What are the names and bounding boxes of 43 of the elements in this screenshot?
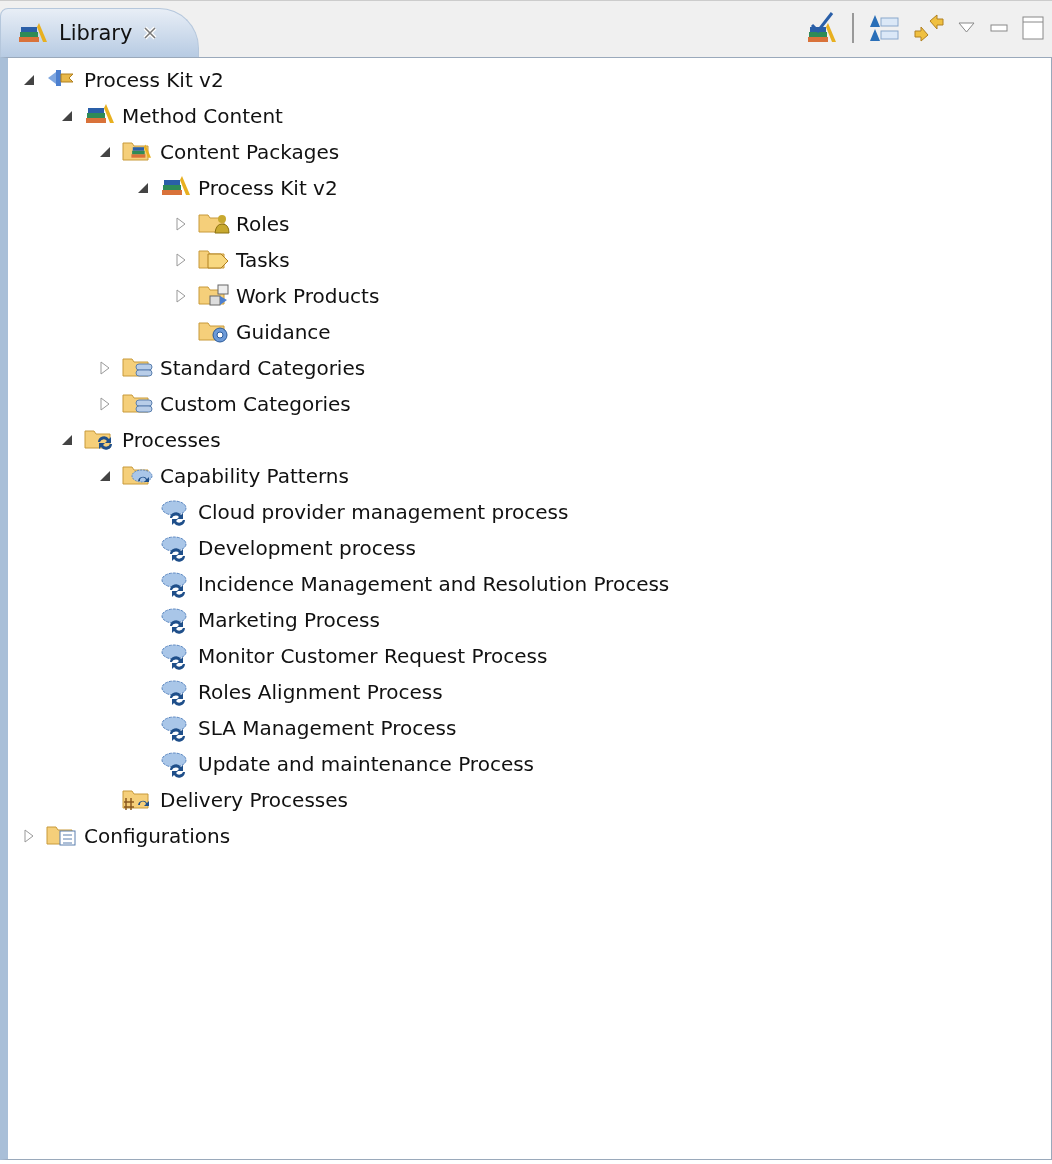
tree-item[interactable]: Process Kit v2	[196, 176, 338, 200]
tree-item[interactable]: Processes	[120, 428, 221, 452]
close-icon[interactable]	[142, 25, 159, 41]
tree-item[interactable]: Process Kit v2	[82, 68, 224, 92]
tree-item[interactable]: Marketing Process	[196, 608, 380, 632]
tree-item[interactable]: Cloud provider management process	[196, 500, 569, 524]
maximize-icon[interactable]	[1022, 16, 1044, 40]
tree-item[interactable]: Capability Patterns	[158, 464, 349, 488]
books-icon	[17, 21, 49, 45]
minimize-icon[interactable]	[990, 23, 1008, 33]
collapse-arrow-icon[interactable]	[60, 109, 74, 123]
expand-arrow-icon[interactable]	[174, 253, 188, 267]
collapse-arrow-icon[interactable]	[136, 181, 150, 195]
tree-item[interactable]: Standard Categories	[158, 356, 366, 380]
collapse-arrow-icon[interactable]	[98, 145, 112, 159]
tree-item[interactable]: Method Content	[120, 104, 283, 128]
tree-item[interactable]: Development process	[196, 536, 416, 560]
tree-item[interactable]: Incidence Management and Resolution Process	[196, 572, 670, 596]
dropdown-icon[interactable]	[958, 22, 976, 34]
hierarchy-icon[interactable]	[868, 13, 900, 43]
tree-item[interactable]: Tasks	[234, 248, 290, 272]
expand-arrow-icon[interactable]	[98, 361, 112, 375]
tree-item[interactable]: Update and maintenance Process	[196, 752, 535, 776]
tree-item[interactable]: Roles Alignment Process	[196, 680, 443, 704]
expand-arrow-icon[interactable]	[98, 397, 112, 411]
tree-item[interactable]: Delivery Processes	[158, 788, 348, 812]
tree-item[interactable]: Roles	[234, 212, 290, 236]
tree-item[interactable]: Content Packages	[158, 140, 340, 164]
collapse-arrow-icon[interactable]	[60, 433, 74, 447]
tree-item[interactable]: Guidance	[234, 320, 331, 344]
tree-item[interactable]: Configurations	[82, 824, 231, 848]
tree-item[interactable]: Work Products	[234, 284, 380, 308]
sync-arrows-icon[interactable]	[914, 13, 944, 43]
tree-item[interactable]: Monitor Customer Request Process	[196, 644, 548, 668]
books-check-icon[interactable]	[806, 11, 838, 45]
library-tab[interactable]: Library	[0, 8, 200, 57]
expand-arrow-icon[interactable]	[174, 217, 188, 231]
collapse-arrow-icon[interactable]	[98, 469, 112, 483]
tree-item[interactable]: Custom Categories	[158, 392, 351, 416]
collapse-arrow-icon[interactable]	[22, 73, 36, 87]
tree-item[interactable]: SLA Management Process	[196, 716, 457, 740]
expand-arrow-icon[interactable]	[174, 289, 188, 303]
expand-arrow-icon[interactable]	[22, 829, 36, 843]
